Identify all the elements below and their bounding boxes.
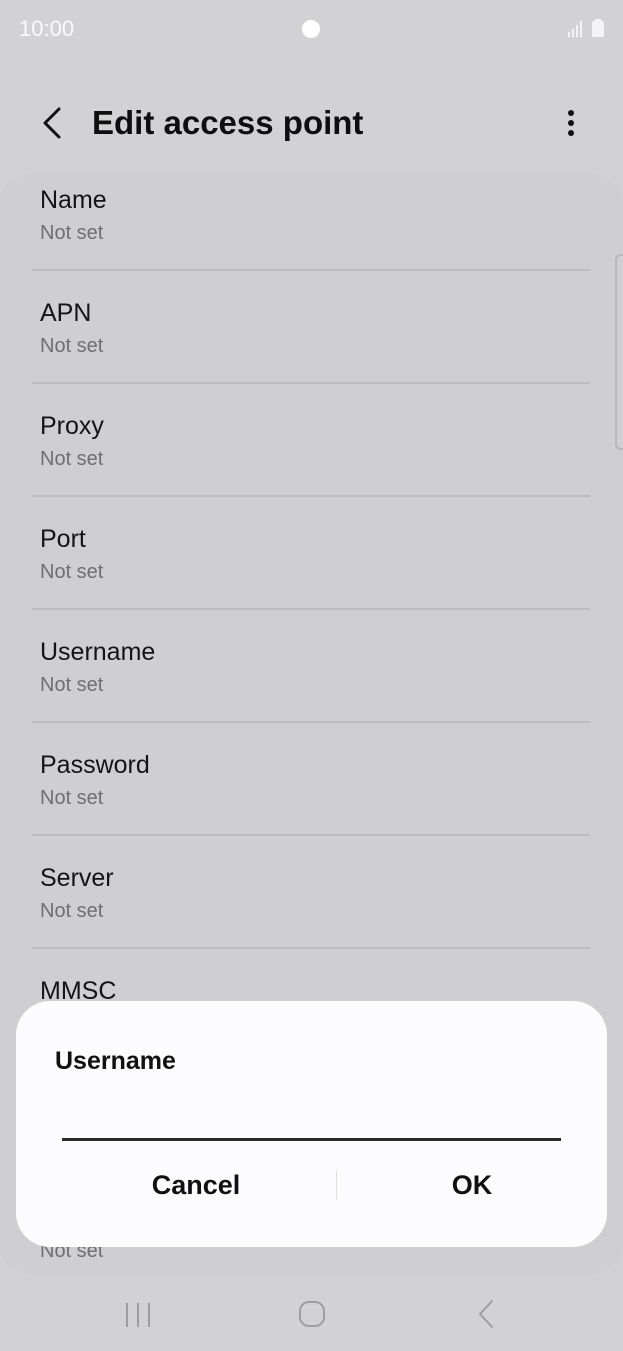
item-value: Not set bbox=[40, 674, 104, 696]
app-bar: Edit access point bbox=[0, 90, 623, 156]
navigation-bar bbox=[0, 1280, 623, 1351]
cancel-button[interactable]: Cancel bbox=[56, 1159, 336, 1211]
divider bbox=[32, 834, 590, 836]
item-value: Not set bbox=[40, 335, 104, 357]
item-title: Name bbox=[40, 186, 107, 214]
divider bbox=[32, 721, 590, 723]
item-title: Username bbox=[40, 638, 156, 666]
home-icon[interactable] bbox=[298, 1300, 326, 1328]
item-value: Not set bbox=[40, 787, 104, 809]
chevron-left-icon bbox=[43, 107, 61, 139]
dialog-title: Username bbox=[55, 1047, 176, 1075]
item-title: APN bbox=[40, 299, 92, 327]
divider bbox=[32, 269, 590, 271]
ok-button[interactable]: OK bbox=[346, 1159, 598, 1211]
back-button[interactable] bbox=[34, 102, 70, 144]
status-bar: 10:00 bbox=[0, 0, 623, 60]
item-value: Not set bbox=[40, 448, 104, 470]
item-value: Not set bbox=[40, 222, 104, 244]
nav-back-icon[interactable] bbox=[474, 1298, 498, 1330]
more-vertical-icon bbox=[568, 110, 574, 136]
button-divider bbox=[336, 1171, 337, 1199]
item-title: Password bbox=[40, 751, 150, 779]
battery-icon bbox=[592, 19, 604, 37]
recent-apps-icon[interactable] bbox=[120, 1300, 156, 1330]
item-title: Proxy bbox=[40, 412, 104, 440]
status-time: 10:00 bbox=[19, 16, 75, 41]
divider bbox=[32, 947, 590, 949]
scrollbar[interactable] bbox=[615, 254, 623, 450]
camera-cutout-icon bbox=[302, 20, 320, 38]
item-title: Port bbox=[40, 525, 86, 553]
page-title: Edit access point bbox=[92, 104, 364, 141]
divider bbox=[32, 382, 590, 384]
item-title: Server bbox=[40, 864, 114, 892]
more-options-button[interactable] bbox=[553, 102, 589, 144]
item-value: Not set bbox=[40, 900, 104, 922]
item-value: Not set bbox=[40, 561, 104, 583]
divider bbox=[32, 608, 590, 610]
divider bbox=[32, 495, 590, 497]
username-input[interactable] bbox=[62, 1095, 561, 1141]
username-dialog: Username Cancel OK bbox=[16, 1001, 607, 1247]
signal-icon bbox=[568, 21, 582, 37]
